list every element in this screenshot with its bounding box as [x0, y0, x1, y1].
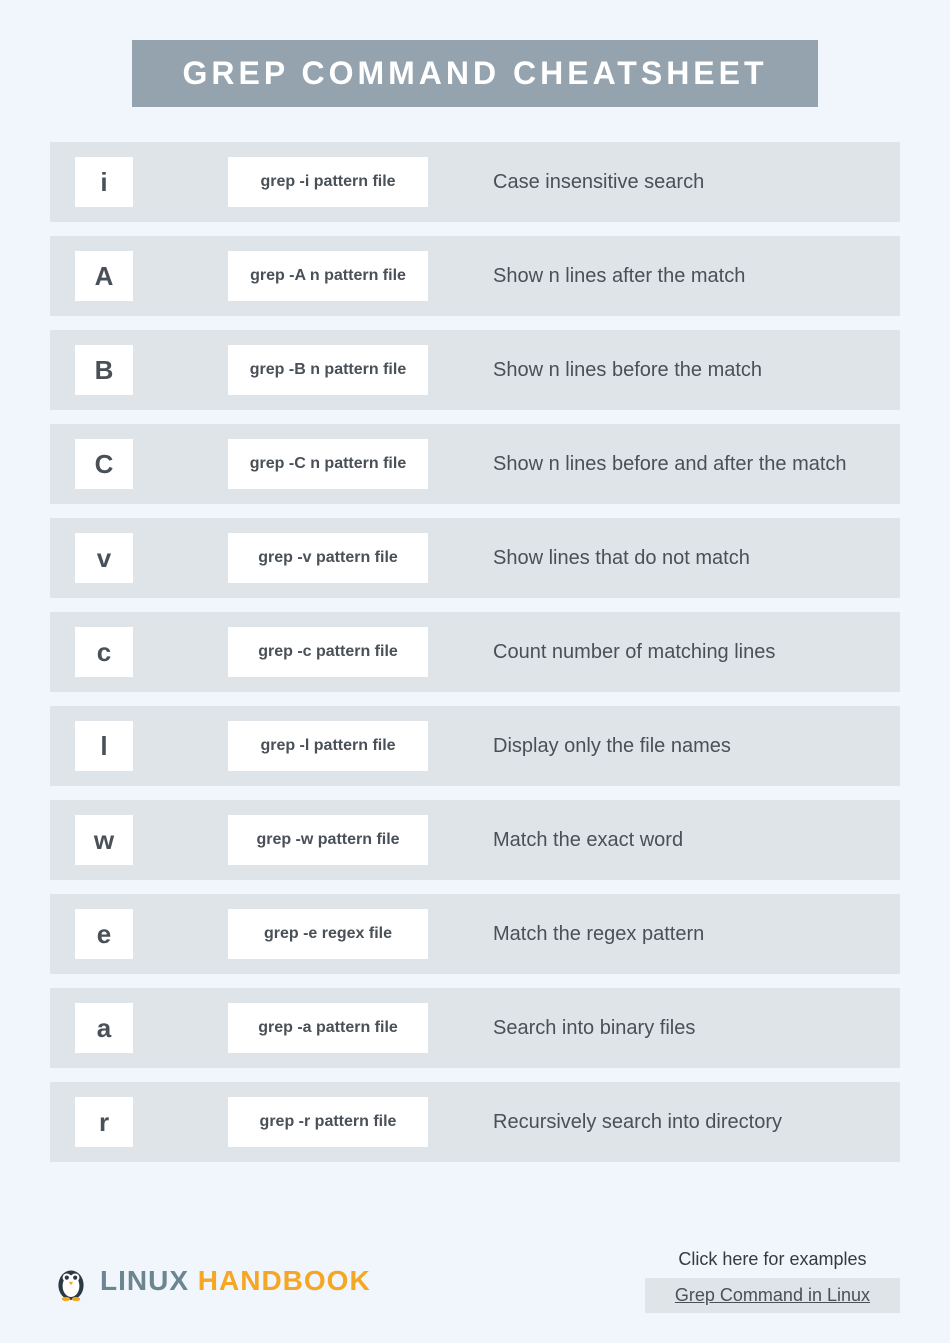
flag-badge: v: [75, 533, 133, 583]
description-text: Show n lines before the match: [493, 359, 762, 382]
description-text: Search into binary files: [493, 1017, 695, 1040]
command-box: grep -B n pattern file: [228, 345, 428, 395]
command-box: grep -i pattern file: [228, 157, 428, 207]
footer-links: Click here for examples Grep Command in …: [645, 1249, 900, 1313]
flag-badge: r: [75, 1097, 133, 1147]
description-text: Match the regex pattern: [493, 923, 704, 946]
description-text: Display only the file names: [493, 735, 731, 758]
command-box: grep -a pattern file: [228, 1003, 428, 1053]
examples-label: Click here for examples: [645, 1249, 900, 1270]
command-box: grep -l pattern file: [228, 721, 428, 771]
description-text: Show lines that do not match: [493, 547, 750, 570]
description-text: Case insensitive search: [493, 171, 704, 194]
command-box: grep -A n pattern file: [228, 251, 428, 301]
table-row: A grep -A n pattern file Show n lines af…: [50, 236, 900, 316]
table-row: r grep -r pattern file Recursively searc…: [50, 1082, 900, 1162]
flag-badge: C: [75, 439, 133, 489]
flag-badge: e: [75, 909, 133, 959]
flag-badge: A: [75, 251, 133, 301]
table-row: w grep -w pattern file Match the exact w…: [50, 800, 900, 880]
table-row: e grep -e regex file Match the regex pat…: [50, 894, 900, 974]
description-text: Show n lines before and after the match: [493, 453, 847, 476]
grep-command-link[interactable]: Grep Command in Linux: [645, 1278, 900, 1313]
footer: LINUX HANDBOOK Click here for examples G…: [50, 1249, 900, 1313]
table-row: v grep -v pattern file Show lines that d…: [50, 518, 900, 598]
command-box: grep -w pattern file: [228, 815, 428, 865]
description-text: Count number of matching lines: [493, 641, 775, 664]
flag-badge: a: [75, 1003, 133, 1053]
description-text: Show n lines after the match: [493, 265, 745, 288]
table-row: c grep -c pattern file Count number of m…: [50, 612, 900, 692]
command-box: grep -v pattern file: [228, 533, 428, 583]
brand-text: LINUX HANDBOOK: [100, 1265, 371, 1297]
flag-badge: i: [75, 157, 133, 207]
penguin-icon: [50, 1260, 92, 1302]
command-box: grep -c pattern file: [228, 627, 428, 677]
flag-badge: w: [75, 815, 133, 865]
flag-badge: B: [75, 345, 133, 395]
table-row: i grep -i pattern file Case insensitive …: [50, 142, 900, 222]
description-text: Recursively search into directory: [493, 1111, 782, 1134]
table-row: a grep -a pattern file Search into binar…: [50, 988, 900, 1068]
table-row: C grep -C n pattern file Show n lines be…: [50, 424, 900, 504]
command-box: grep -r pattern file: [228, 1097, 428, 1147]
page-title: GREP COMMAND CHEATSHEET: [132, 40, 817, 107]
table-row: B grep -B n pattern file Show n lines be…: [50, 330, 900, 410]
flag-badge: c: [75, 627, 133, 677]
brand-text-handbook: HANDBOOK: [198, 1265, 371, 1296]
command-box: grep -e regex file: [228, 909, 428, 959]
command-box: grep -C n pattern file: [228, 439, 428, 489]
description-text: Match the exact word: [493, 829, 683, 852]
brand-logo: LINUX HANDBOOK: [50, 1260, 371, 1302]
brand-text-linux: LINUX: [100, 1265, 198, 1296]
table-row: l grep -l pattern file Display only the …: [50, 706, 900, 786]
cheatsheet-rows: i grep -i pattern file Case insensitive …: [50, 142, 900, 1162]
flag-badge: l: [75, 721, 133, 771]
